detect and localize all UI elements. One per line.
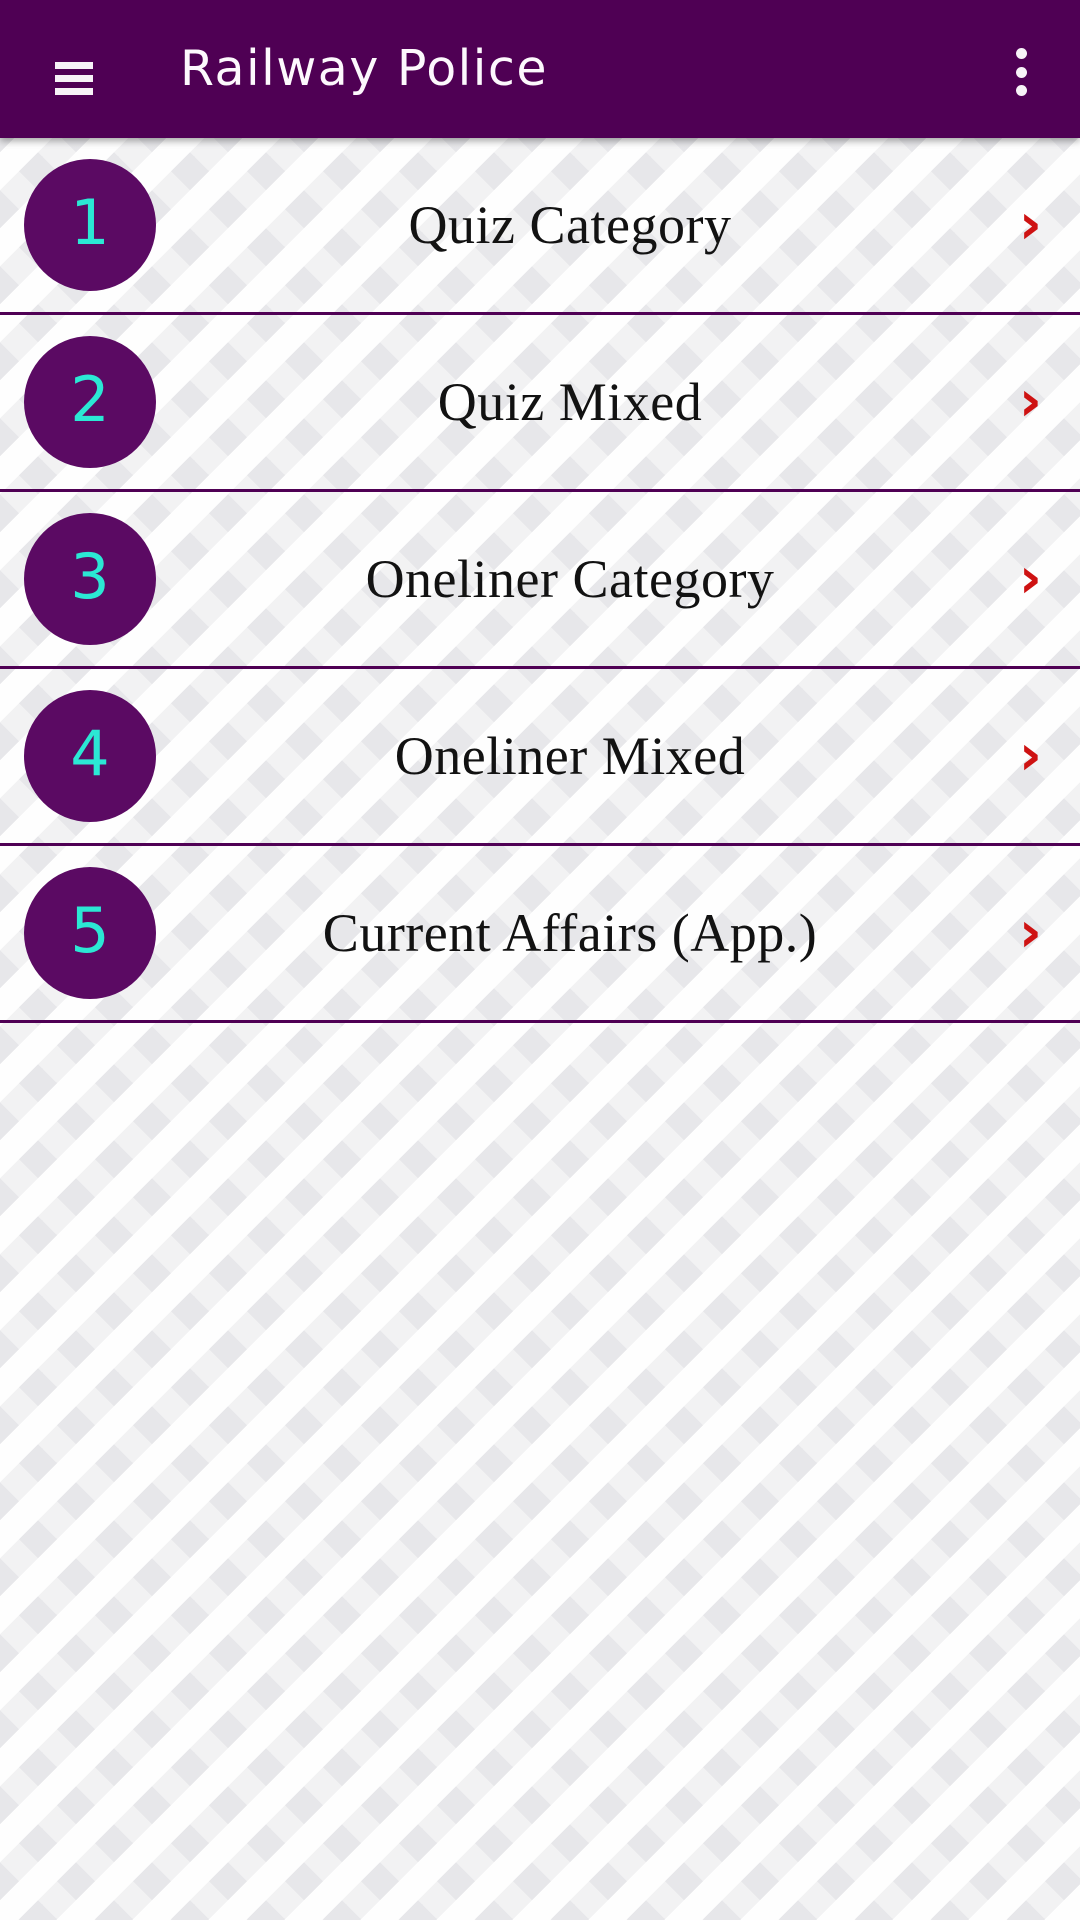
hamburger-menu-icon[interactable] <box>55 62 93 98</box>
hamburger-bar-2 <box>55 75 93 82</box>
menu-list: 1 Quiz Category › 2 Quiz Mixed › 3 Oneli… <box>0 138 1080 1023</box>
chevron-right-icon[interactable]: › <box>1019 728 1042 784</box>
list-item-label: Oneliner Category <box>365 549 775 609</box>
list-item-number-badge: 5 <box>24 867 156 999</box>
list-item-current-affairs[interactable]: 5 Current Affairs (App.) › <box>0 846 1080 1023</box>
chevron-right-icon[interactable]: › <box>1019 197 1042 253</box>
list-item-number: 5 <box>70 894 110 967</box>
list-item-number-badge: 3 <box>24 513 156 645</box>
list-item-number-badge: 1 <box>24 159 156 291</box>
app-screen: Railway Police 1 Quiz Category › 2 Quiz … <box>0 0 1080 1920</box>
list-item-label: Oneliner Mixed <box>394 726 746 786</box>
list-item-quiz-mixed[interactable]: 2 Quiz Mixed › <box>0 315 1080 492</box>
list-item-label: Quiz Mixed <box>437 372 703 432</box>
chevron-right-icon[interactable]: › <box>1019 551 1042 607</box>
list-item-oneliner-category[interactable]: 3 Oneliner Category › <box>0 492 1080 669</box>
overflow-dot-1 <box>1015 48 1027 59</box>
more-vertical-icon[interactable] <box>1012 48 1030 96</box>
list-item-quiz-category[interactable]: 1 Quiz Category › <box>0 138 1080 315</box>
list-item-number: 4 <box>70 717 110 790</box>
list-item-number: 1 <box>70 186 110 259</box>
chevron-right-icon[interactable]: › <box>1019 374 1042 430</box>
hamburger-bar-1 <box>55 62 93 69</box>
list-item-number-badge: 2 <box>24 336 156 468</box>
overflow-dot-2 <box>1015 66 1027 78</box>
list-item-number: 3 <box>70 540 110 613</box>
overflow-dot-3 <box>1015 85 1027 96</box>
hamburger-bar-3 <box>55 88 93 95</box>
page-title: Railway Police <box>180 40 548 97</box>
list-item-number-badge: 4 <box>24 690 156 822</box>
chevron-right-icon[interactable]: › <box>1019 905 1042 961</box>
list-item-oneliner-mixed[interactable]: 4 Oneliner Mixed › <box>0 669 1080 846</box>
list-item-label: Current Affairs (App.) <box>322 903 818 963</box>
list-item-label: Quiz Category <box>408 195 732 255</box>
list-item-number: 2 <box>70 363 110 436</box>
app-bar: Railway Police <box>0 0 1080 138</box>
